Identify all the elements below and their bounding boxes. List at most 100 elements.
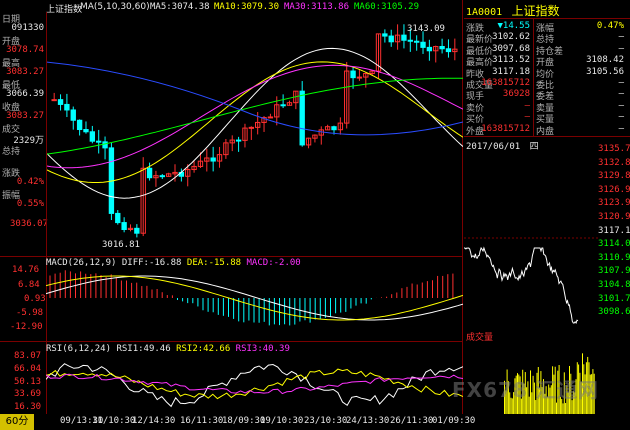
ma-line	[46, 61, 463, 136]
quote-value: 163815712	[481, 78, 530, 88]
macd-dea: DEA:-15.88	[186, 258, 242, 268]
intraday-tick: 3117.18	[598, 225, 630, 236]
quote-value: —	[618, 123, 624, 134]
quote-label: 内盘	[536, 126, 555, 137]
quote-code: 1A0001	[466, 7, 503, 18]
intraday-tick: 3123.97	[598, 198, 630, 209]
macd-tick-2: 0.93	[24, 294, 46, 304]
volume-bar	[562, 403, 564, 414]
x-tick: 16/11:30	[180, 416, 224, 426]
rsi-tick-3: 33.69	[14, 389, 42, 399]
x-tick: 26/11:30	[390, 416, 434, 426]
macd-tick-1: 6.84	[18, 280, 40, 290]
rsi-tick-4: 16.30	[14, 402, 42, 412]
quote-row: 买价 — 买量 —	[466, 112, 630, 125]
macd-diff: DIFF:-16.88	[121, 258, 182, 268]
x-axis: 09/13:30 11/10:30 12/14:30 16/11:30 18/0…	[46, 416, 475, 430]
candle	[70, 109, 76, 121]
rsi-tick-0: 83.07	[14, 351, 42, 361]
low-annotation: 3016.81	[102, 240, 140, 250]
quote-value: —	[524, 100, 530, 111]
candle	[235, 139, 242, 142]
rsi1-value: RSI1:49.46	[116, 344, 171, 354]
quote-row: 昨收 3117.18 均价 3105.56	[466, 66, 630, 80]
quote-row: 涨跌 ▼14.55 涨幅 0.47%	[466, 21, 630, 34]
candle	[280, 104, 286, 107]
ma-label: MA(5,10,30,60)	[80, 2, 150, 12]
quote-value: 3117.18	[492, 66, 530, 77]
quote-value: —	[618, 78, 624, 88]
quote-row: 外盘 163815712 内盘 —	[466, 123, 630, 137]
rsi3-value: RSI3:40.39	[235, 344, 290, 354]
ma5-value: MA5:3074.38	[150, 2, 210, 12]
macd-tick-0: 14.76	[12, 265, 40, 275]
intraday-tick: 3110.98	[598, 252, 630, 263]
intraday-price-line	[464, 246, 579, 325]
intraday-tick: 3101.71	[598, 293, 630, 304]
quote-value: 3108.42	[586, 55, 624, 66]
candle	[210, 157, 216, 162]
quote-value: 0.47%	[596, 21, 624, 31]
rsi-chart	[46, 363, 463, 408]
candle	[248, 126, 254, 129]
quote-row: 现手 36928 委差 —	[466, 89, 630, 102]
quote-value: —	[524, 112, 530, 123]
candle	[413, 40, 420, 43]
candle	[64, 103, 70, 111]
rsi-label: RSI(6,12,24)	[46, 344, 112, 354]
close-value: 3083.27	[6, 111, 44, 121]
quote-value: 36928	[502, 89, 530, 100]
ma60-value: MA60:3105.29	[354, 2, 420, 12]
candle	[96, 140, 102, 143]
macd-chart	[46, 270, 463, 326]
quote-value: —	[618, 112, 624, 123]
quote-row: 最低价 3097.68 持仓差 —	[466, 43, 630, 57]
rsi-line	[46, 373, 463, 395]
intraday-tick: 3126.91	[598, 184, 630, 195]
candle	[356, 76, 363, 79]
candle	[401, 34, 407, 41]
candle	[102, 141, 108, 149]
candle	[146, 167, 153, 179]
quote-header: 1A0001 上证指数	[466, 2, 560, 19]
period-tab-60min[interactable]: 60分	[0, 414, 34, 430]
x-tick: 18/09:30	[222, 416, 266, 426]
rsi-line	[46, 368, 463, 400]
macd-tick-3: -5.98	[16, 308, 44, 318]
candle	[51, 99, 57, 102]
candle	[407, 39, 413, 42]
intraday-chart	[464, 237, 598, 325]
intraday-tick: 3120.99	[598, 212, 630, 222]
candle	[115, 212, 121, 224]
open-value: 3078.74	[6, 45, 44, 55]
candle	[159, 175, 165, 178]
high-value: 3083.27	[6, 67, 44, 77]
quote-value: —	[618, 89, 624, 100]
intraday-tick: 3107.90	[598, 266, 630, 277]
rsi-line	[46, 363, 463, 408]
watermark: FX678 汇通网	[452, 378, 599, 402]
intraday-tick: 3114.09	[598, 239, 630, 250]
quote-value: 3102.62	[492, 32, 530, 43]
macd-header: MACD(26,12,9) DIFF:-16.88 DEA:-15.88 MAC…	[46, 258, 301, 268]
quote-value: —	[618, 100, 624, 111]
low-value: 3066.39	[6, 89, 44, 99]
candle	[299, 90, 305, 146]
candle	[57, 99, 64, 105]
amp-value: 0.55%	[16, 199, 44, 209]
quote-value: 3113.52	[492, 55, 530, 66]
x-tick: 23/10:30	[304, 416, 348, 426]
candle	[89, 131, 96, 142]
quote-value: 163815712	[481, 123, 530, 134]
quote-row: 卖价 — 卖量 —	[466, 100, 630, 114]
quote-value: ▼14.55	[497, 21, 530, 31]
candle	[439, 46, 445, 50]
rsi-tick-2: 50.13	[14, 377, 42, 387]
quote-value: 3097.68	[492, 43, 530, 54]
candle	[382, 33, 388, 37]
x-tick: 12/14:30	[132, 416, 176, 426]
intraday-tick: 3135.74	[598, 144, 630, 154]
candle	[76, 119, 83, 131]
x-tick: 19/10:30	[260, 416, 304, 426]
date-value: 091330	[11, 23, 44, 33]
